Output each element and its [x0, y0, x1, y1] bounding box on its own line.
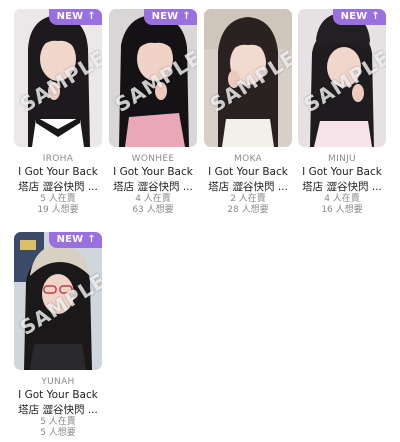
item-title-line2: 塔店 澀谷快閃 ... [113, 181, 193, 193]
member-name: IROHA [42, 154, 74, 164]
photo-minju [298, 9, 386, 147]
arrow-up-icon: ↑ [87, 234, 96, 245]
photo-yunah [14, 232, 102, 370]
selling-count: 5 人在賣 [40, 417, 76, 427]
item-title-line2: 塔店 澀谷快閃 ... [18, 181, 98, 193]
photo-iroha [14, 9, 102, 147]
photocard-item[interactable]: NEW ↑ SAMPLE YUNAH I Got Your Back 塔店 澀谷快… [14, 232, 102, 439]
member-name: MINJU [328, 154, 356, 164]
new-badge-label: NEW [56, 234, 84, 245]
new-badge-label: NEW [340, 11, 368, 22]
photocard-item[interactable]: NEW ↑ SAMPLE IROHA I Got Your Back 塔店 澀谷快… [14, 9, 102, 216]
item-title-line2: 塔店 澀谷快閃 ... [302, 181, 382, 193]
item-title-line1: I Got Your Back [113, 166, 193, 178]
member-name: YUNAH [41, 377, 75, 387]
item-title-line2: 塔店 澀谷快閃 ... [208, 181, 288, 193]
wanting-count: 5 人想要 [40, 428, 76, 438]
photocard-item[interactable]: NEW ↑ SAMPLE MINJU I Got Your Back 塔店 澀谷快… [298, 9, 386, 216]
new-badge: NEW ↑ [143, 9, 197, 25]
arrow-up-icon: ↑ [182, 11, 191, 22]
photocard-grid: NEW ↑ SAMPLE IROHA I Got Your Back 塔店 澀谷快… [0, 0, 400, 442]
wanting-count: 19 人想要 [37, 205, 79, 215]
item-title-line1: I Got Your Back [18, 389, 98, 401]
new-badge: NEW ↑ [48, 9, 102, 25]
wanting-count: 28 人想要 [227, 205, 269, 215]
new-badge: NEW ↑ [48, 232, 102, 248]
photocard-image[interactable]: NEW ↑ SAMPLE [109, 9, 197, 147]
photocard-item[interactable]: NEW ↑ SAMPLE WONHEE I Got Your Back 塔店 澀谷… [109, 9, 197, 216]
arrow-up-icon: ↑ [371, 11, 380, 22]
wanting-count: 63 人想要 [132, 205, 174, 215]
photocard-image[interactable]: NEW ↑ SAMPLE [14, 9, 102, 147]
member-name: WONHEE [131, 154, 175, 164]
selling-count: 4 人在賣 [135, 194, 171, 204]
new-badge-label: NEW [56, 11, 84, 22]
item-title-line2: 塔店 澀谷快閃 ... [18, 404, 98, 416]
wanting-count: 16 人想要 [321, 205, 363, 215]
new-badge-label: NEW [151, 11, 179, 22]
selling-count: 4 人在賣 [324, 194, 360, 204]
photocard-image[interactable]: NEW ↑ SAMPLE [14, 232, 102, 370]
item-title-line1: I Got Your Back [302, 166, 382, 178]
photo-wonhee [109, 9, 197, 147]
item-title-line1: I Got Your Back [208, 166, 288, 178]
photocard-image[interactable]: SAMPLE [204, 9, 292, 147]
selling-count: 2 人在賣 [230, 194, 266, 204]
selling-count: 5 人在賣 [40, 194, 76, 204]
new-badge: NEW ↑ [332, 9, 386, 25]
member-name: MOKA [234, 154, 262, 164]
arrow-up-icon: ↑ [87, 11, 96, 22]
photo-moka [204, 9, 292, 147]
item-title-line1: I Got Your Back [18, 166, 98, 178]
photocard-item[interactable]: SAMPLE MOKA I Got Your Back 塔店 澀谷快閃 ... … [204, 9, 292, 216]
photocard-image[interactable]: NEW ↑ SAMPLE [298, 9, 386, 147]
